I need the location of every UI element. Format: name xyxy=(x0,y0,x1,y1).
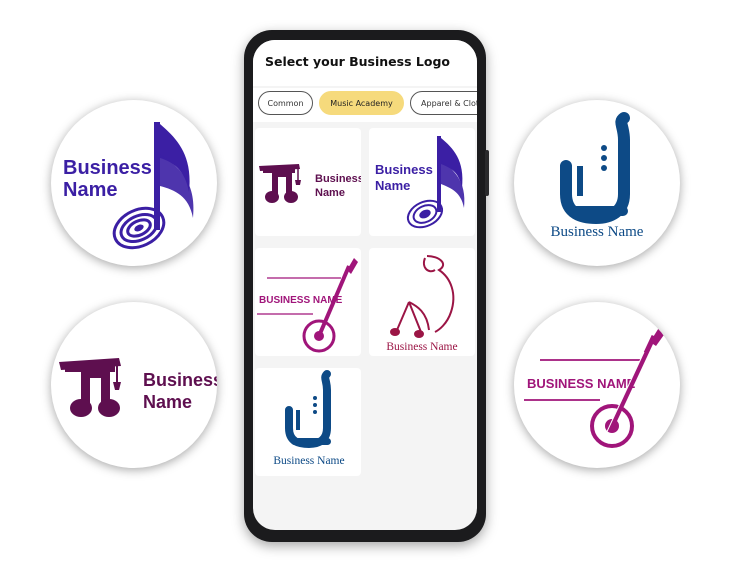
tab-common[interactable]: Common xyxy=(258,91,313,115)
screen-header: Select your Business Logo xyxy=(253,40,477,86)
showcase-logo-guitar: BUSINESS NAME xyxy=(514,302,680,468)
logo-text-name: Name xyxy=(315,187,345,199)
logo-card-note-figure[interactable]: Business Name xyxy=(369,248,475,356)
page-title: Select your Business Logo xyxy=(265,54,450,69)
logo-text-business-name: BUSINESS NAME xyxy=(259,295,343,306)
logo-text-business-name: Business Name xyxy=(386,341,457,353)
logo-text-business-name: Business Name xyxy=(551,224,644,240)
logo-card-guitar[interactable]: BUSINESS NAME xyxy=(255,248,361,356)
music-note-icon: Business Name xyxy=(63,122,194,250)
saxophone-icon: Business Name xyxy=(273,370,345,467)
logo-card-graduation-note[interactable]: Business Name xyxy=(255,128,361,236)
tab-music-academy[interactable]: Music Academy xyxy=(319,91,404,115)
music-note-icon: Business Name xyxy=(375,136,465,229)
music-note-figure-icon: Business Name xyxy=(386,255,458,353)
saxophone-icon: Business Name xyxy=(551,112,644,240)
showcase-logo-music-note: Business Name xyxy=(51,100,217,266)
phone-screen: Select your Business Logo Common Music A… xyxy=(253,40,477,530)
showcase-logo-graduation-note: Business Name xyxy=(51,302,217,468)
logo-card-music-note[interactable]: Business Name xyxy=(369,128,475,236)
guitar-icon: BUSINESS NAME xyxy=(257,258,358,353)
showcase-logo-saxophone: Business Name xyxy=(514,100,680,266)
category-tabs: Common Music Academy Apparel & Clot xyxy=(253,88,477,122)
phone-side-button xyxy=(485,150,489,196)
logo-text-business: Business xyxy=(375,162,433,177)
logo-text-business-name: Business Name xyxy=(273,455,344,467)
logo-text-business: Business xyxy=(315,173,361,185)
graduation-cap-note-icon: Business Name xyxy=(59,358,217,417)
guitar-icon: BUSINESS NAME xyxy=(524,326,666,448)
logo-text-business-name: BUSINESS NAME xyxy=(527,376,636,391)
logo-text-business: Business xyxy=(143,370,217,390)
logo-text-name: Name xyxy=(375,178,410,193)
graduation-cap-note-icon: Business Name xyxy=(259,164,361,203)
logo-text-business: Business xyxy=(63,157,152,179)
phone-mockup: Select your Business Logo Common Music A… xyxy=(244,30,489,542)
logo-text-name: Name xyxy=(143,392,192,412)
logo-text-name: Name xyxy=(63,179,117,201)
tab-apparel[interactable]: Apparel & Clot xyxy=(410,91,477,115)
logo-card-saxophone[interactable]: Business Name xyxy=(255,368,361,476)
